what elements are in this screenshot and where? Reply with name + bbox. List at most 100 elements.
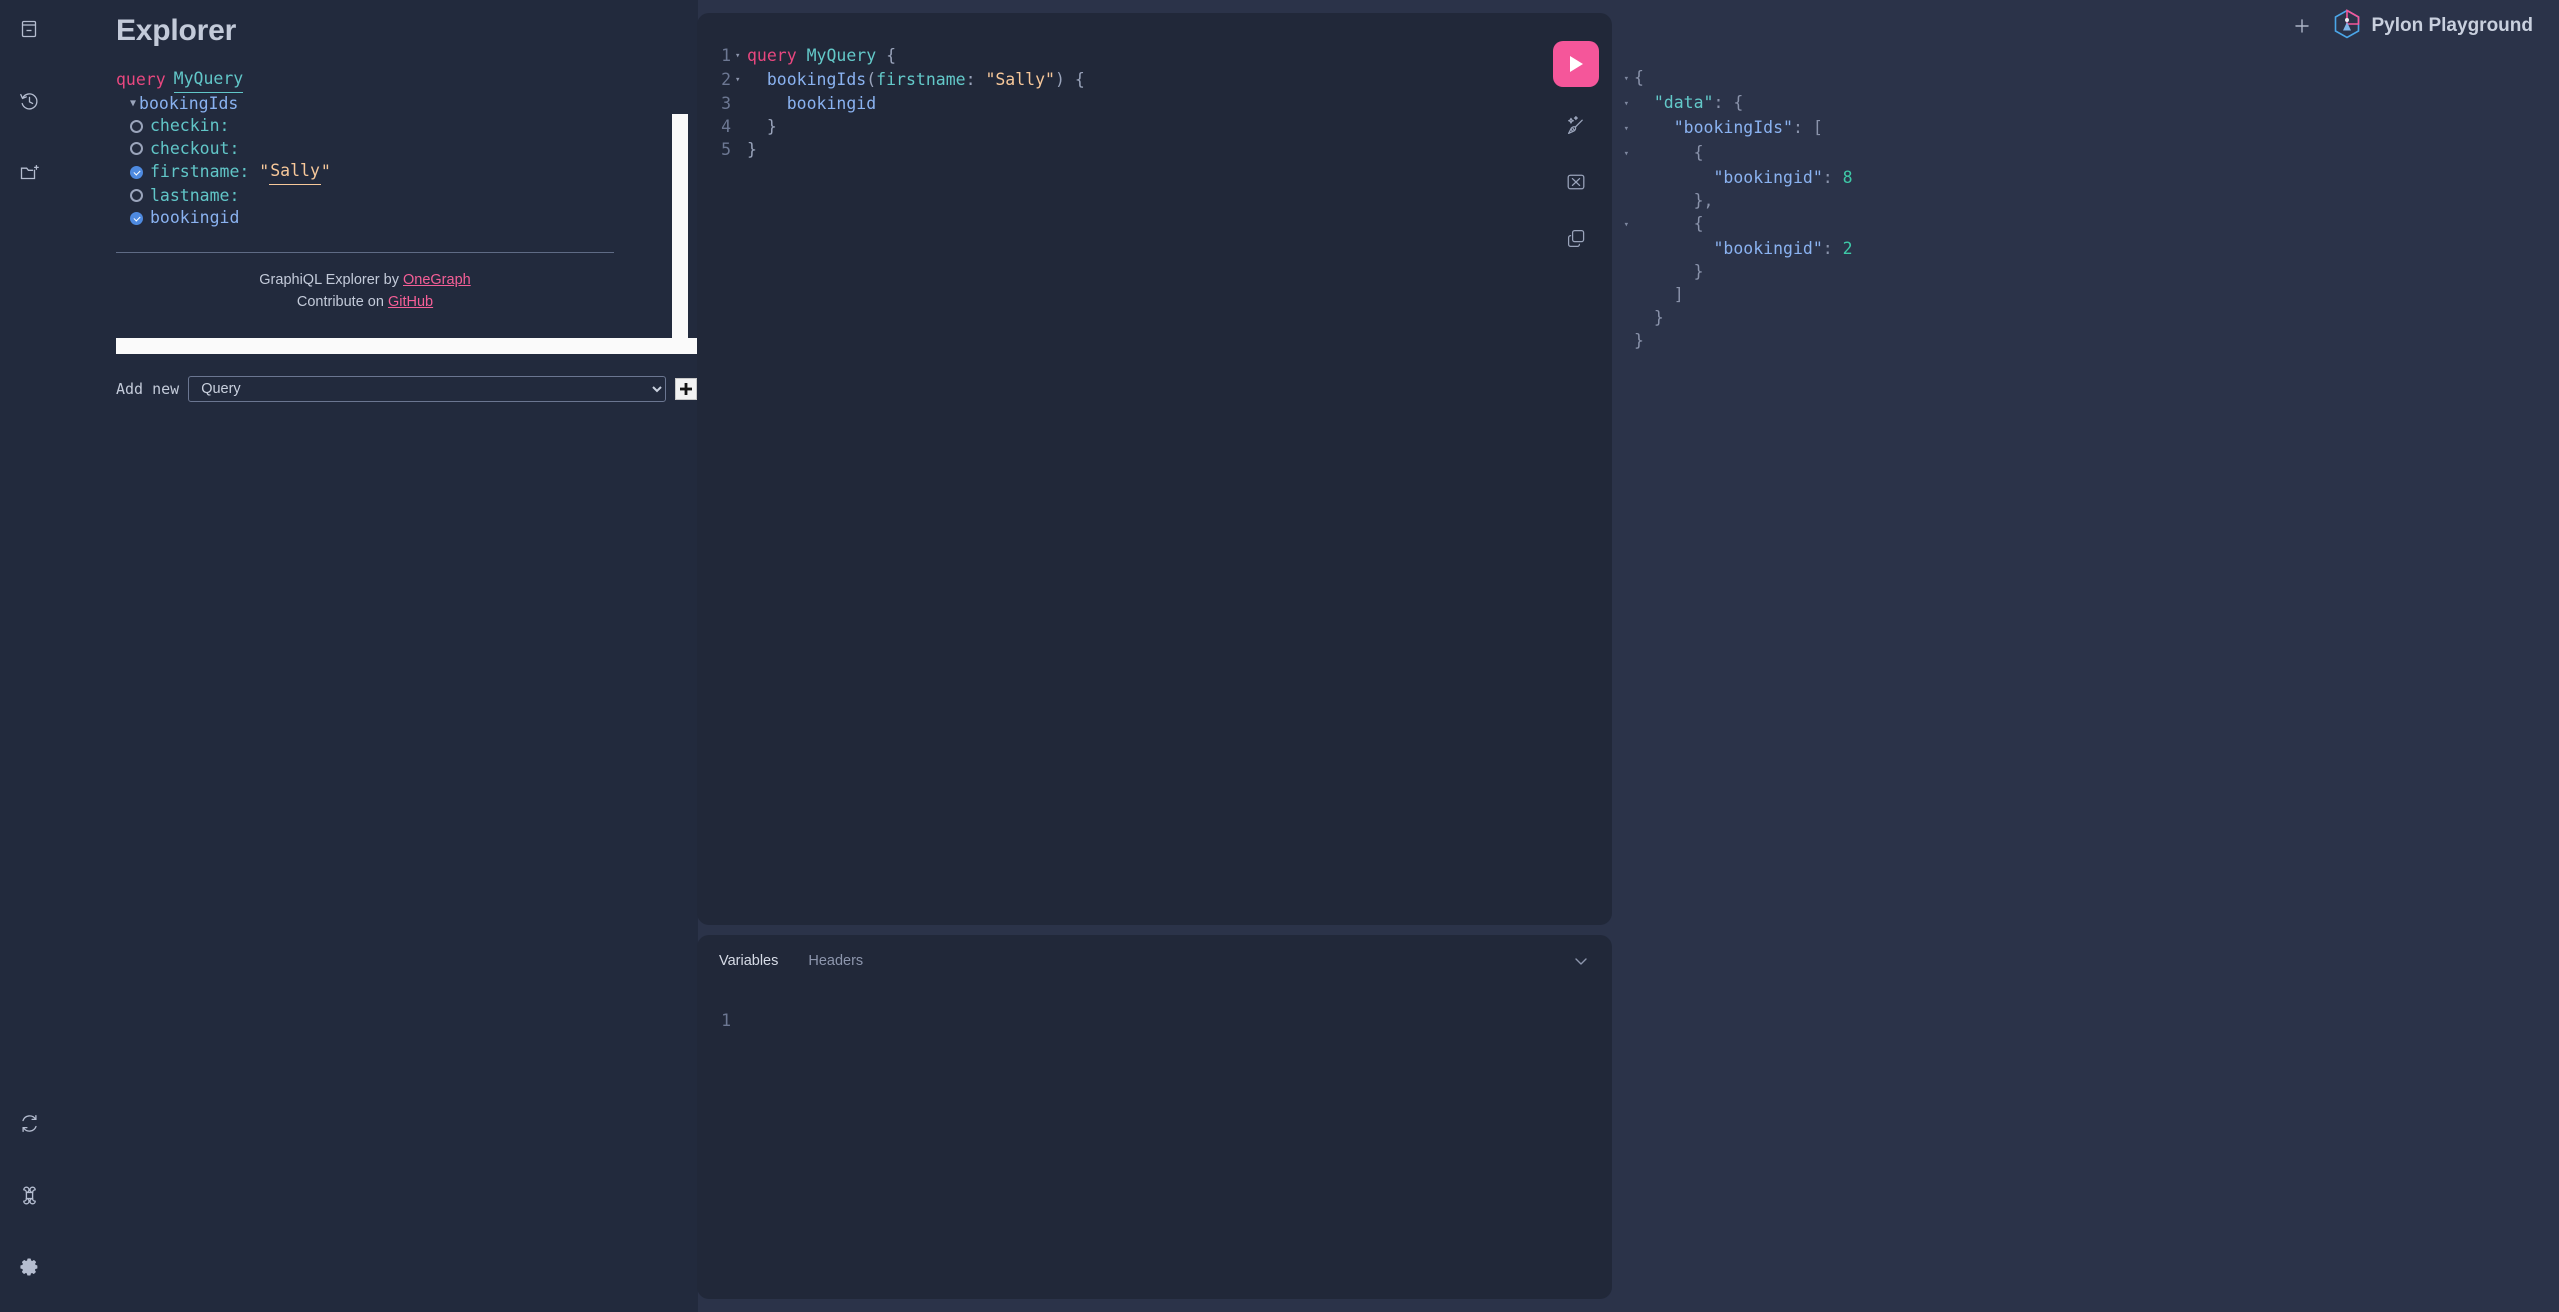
tab-variables[interactable]: Variables [719, 953, 778, 969]
explorer-arg-checkin[interactable]: checkin: [116, 115, 698, 138]
token-paren-close: ) [1054, 70, 1075, 89]
res-token-brace-close-root: } [1634, 331, 1644, 350]
explorer-arg-firstname[interactable]: firstname: " Sally " [116, 160, 698, 185]
explorer-arg-checkout[interactable]: checkout: [116, 138, 698, 161]
explorer-field-bookingid[interactable]: bookingid [116, 207, 698, 230]
explorer-field-toggle-bookingid[interactable] [130, 211, 143, 225]
github-link[interactable]: GitHub [388, 294, 433, 310]
explorer-footer-line-2: Contribute on GitHub [116, 291, 614, 313]
history-icon[interactable] [12, 84, 46, 118]
new-tab-icon[interactable] [12, 156, 46, 190]
explorer-arg-toggle-lastname[interactable] [130, 189, 143, 203]
fold-toggle-1[interactable]: ▾ [735, 44, 747, 68]
explorer-arg-quote-close: " [320, 162, 331, 181]
response-text-5: "bookingid": 8 [1634, 166, 1853, 189]
token-brace-open-2: { [1074, 70, 1085, 89]
explorer-arg-lastname[interactable]: lastname: [116, 185, 698, 208]
response-line-1: ▾ { [1612, 66, 2559, 91]
settings-gear-icon[interactable] [12, 1250, 46, 1284]
fold-toggle-res-3[interactable]: ▾ [1612, 116, 1634, 141]
merge-fragments-button[interactable] [1559, 165, 1593, 199]
explorer-arg-toggle-checkin[interactable] [130, 119, 143, 133]
code-line-4: 4 } [697, 115, 1612, 138]
refresh-icon[interactable] [12, 1106, 46, 1140]
token-indent-4 [747, 117, 767, 136]
query-editor[interactable]: 1 ▾ query MyQuery { 2 ▾ bookingIds(first… [697, 13, 1612, 161]
new-label: new [152, 380, 180, 398]
onegraph-link[interactable]: OneGraph [403, 272, 471, 288]
tab-headers[interactable]: Headers [808, 953, 863, 969]
fold-toggle-res-2[interactable]: ▾ [1612, 91, 1634, 116]
chevron-down-icon[interactable] [1572, 952, 1590, 970]
explorer-horizontal-scrollbar[interactable] [116, 338, 698, 354]
docs-icon[interactable] [12, 12, 46, 46]
top-bar: Pylon Playground [2289, 0, 2559, 52]
explorer-arg-label-firstname: firstname: [150, 162, 250, 181]
res-token-array-close: ] [1673, 285, 1684, 304]
execute-query-button[interactable] [1553, 41, 1599, 87]
response-line-3: ▾ "bookingIds": [ [1612, 116, 2559, 141]
response-text-3: "bookingIds": [ [1634, 116, 1823, 141]
rail-top-group [12, 12, 46, 190]
res-token-obj1-close: }, [1693, 191, 1714, 210]
response-line-10: ] [1612, 283, 2559, 306]
copy-icon [1567, 229, 1585, 248]
response-text-2: "data": { [1634, 91, 1743, 116]
explorer-title: Explorer [116, 14, 237, 47]
res-token-obj2-open: { [1693, 214, 1704, 233]
operation-type-select[interactable]: Query Mutation Subscription [188, 376, 667, 402]
fold-toggle-5 [735, 138, 747, 161]
explorer-arg-toggle-checkout[interactable] [130, 142, 143, 156]
fold-toggle-res-11 [1612, 306, 1634, 329]
token-field-bookingIds: bookingIds [766, 70, 867, 89]
token-indent-2 [747, 70, 767, 89]
explorer-root-field[interactable]: ▼ bookingIds [116, 93, 698, 116]
explorer-footer-text-1: GraphiQL Explorer by [259, 271, 403, 288]
token-colon-2: : [965, 70, 986, 89]
code-line-1: 1 ▾ query MyQuery { [697, 44, 1612, 68]
fold-toggle-res-1[interactable]: ▾ [1612, 66, 1634, 91]
explorer-arg-toggle-firstname[interactable] [130, 165, 143, 179]
explorer-arg-label-lastname: lastname: [150, 185, 240, 205]
response-text-4: { [1634, 141, 1704, 166]
code-text-1: query MyQuery { [747, 44, 896, 68]
fold-toggle-res-7[interactable]: ▾ [1612, 212, 1634, 237]
response-line-4: ▾ { [1612, 141, 2559, 166]
fold-toggle-3 [735, 92, 747, 115]
fold-toggle-2[interactable]: ▾ [735, 68, 747, 92]
explorer-query-name-input[interactable]: MyQuery [173, 68, 244, 93]
prettify-button[interactable] [1559, 109, 1593, 143]
code-line-5: 5 } [697, 138, 1612, 161]
add-operation-button[interactable] [675, 378, 698, 400]
response-text-7: { [1634, 212, 1704, 237]
brand-name: Pylon Playground [2371, 15, 2533, 36]
fold-toggle-4 [735, 115, 747, 138]
code-text-2: bookingIds(firstname: "Sally") { [747, 68, 1085, 92]
plus-icon [2295, 19, 2310, 33]
keyboard-shortcuts-icon[interactable] [12, 1178, 46, 1212]
chevron-down-icon[interactable]: ▼ [130, 93, 136, 116]
token-brace-close-2: } [747, 140, 757, 159]
fold-toggle-res-6 [1612, 189, 1634, 212]
copy-query-button[interactable] [1559, 221, 1593, 255]
response-pane: ▾ { ▾ "data": { ▾ "bookingIds": [ ▾ { "b… [1612, 0, 2559, 1312]
variables-tabbar: Variables Headers [697, 935, 1612, 987]
response-text-8: "bookingid": 2 [1634, 237, 1852, 260]
explorer-vertical-scrollbar[interactable] [672, 114, 688, 354]
graphql-playground-app: Explorer query MyQuery ▼ bookingIds chec… [0, 0, 2559, 1312]
explorer-query-header: query MyQuery [116, 68, 698, 93]
code-line-2: 2 ▾ bookingIds(firstname: "Sally") { [697, 68, 1612, 92]
code-text-3: bookingid [747, 92, 876, 115]
variables-editor[interactable]: 1 [697, 987, 1612, 1032]
response-line-12: } [1612, 329, 2559, 352]
res-token-value-bookingid-1: 8 [1842, 168, 1853, 187]
explorer-panel: Explorer query MyQuery ▼ bookingIds chec… [58, 0, 698, 1312]
query-editor-card: 1 ▾ query MyQuery { 2 ▾ bookingIds(first… [697, 13, 1612, 925]
explorer-footer-line-1: GraphiQL Explorer by OneGraph [116, 269, 614, 291]
fold-toggle-res-4[interactable]: ▾ [1612, 141, 1634, 166]
token-keyword-query: query [747, 46, 797, 65]
add-tab-button[interactable] [2289, 13, 2315, 39]
explorer-arg-value-firstname[interactable]: Sally [269, 160, 321, 185]
code-line-3: 3 bookingid [697, 92, 1612, 115]
token-space-1 [797, 46, 807, 65]
